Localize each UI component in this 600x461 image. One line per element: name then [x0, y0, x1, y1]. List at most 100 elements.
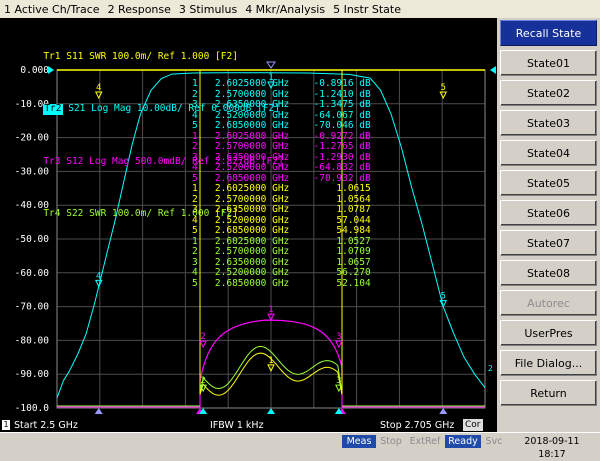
marker-frequency: 2.6025000 GHz [214, 183, 290, 194]
softkey-state01[interactable]: State01 [500, 50, 597, 76]
marker-value: -0.8916 dB [313, 78, 371, 89]
marker-value: -70.046 dB [313, 120, 371, 131]
marker-number: 1 [192, 130, 198, 142]
y-axis-label: -80.00 [15, 335, 50, 346]
marker-number: 1 [192, 235, 198, 247]
softkey-state03[interactable]: State03 [500, 110, 597, 136]
marker-value: -64.832 dB [313, 162, 371, 173]
status-datetime: 2018-09-11 18:17 [524, 436, 580, 460]
marker-number: 3 [192, 99, 198, 110]
marker-1-tr3-label: 1 [268, 305, 273, 315]
stimulus-ifbw[interactable]: IFBW 1 kHz [210, 419, 264, 432]
marker-value: 1.0709 [336, 246, 371, 257]
marker-number: 4 [192, 214, 198, 226]
correction-indicator: Cor [463, 419, 483, 431]
menu-stimulus[interactable]: 3 Stimulus [175, 3, 241, 16]
marker-frequency: 2.6350000 GHz [214, 256, 290, 268]
menu-response[interactable]: 2 Response [104, 3, 175, 16]
softkey-state08[interactable]: State08 [500, 260, 597, 286]
marker-3-tr4-label: 3 [336, 376, 341, 386]
channel-indicator[interactable]: 1 [2, 420, 10, 430]
marker-value: -1.2765 dB [313, 141, 371, 152]
marker-frequency: 2.5200000 GHz [214, 109, 290, 121]
marker-row-tr4-5[interactable]: 5 2.6850000 GHz 52.104 [192, 277, 371, 290]
marker-number: 1 [192, 78, 198, 89]
ref-arrow-right [490, 66, 496, 74]
marker-number: 4 [192, 109, 198, 121]
marker-frequency: 2.6025000 GHz [214, 235, 290, 247]
marker-frequency: 2.5200000 GHz [214, 214, 290, 226]
bottom-marker-4 [439, 408, 448, 414]
trace-line-tr1[interactable]: Tr1 S11 SWR 100.0m/ Ref 1.000 [F2] [9, 41, 284, 73]
marker-number: 1 [192, 183, 198, 194]
menu-instr-state[interactable]: 5 Instr State [329, 3, 405, 16]
marker-frequency: 2.6350000 GHz [214, 99, 290, 110]
marker-frequency: 2.6350000 GHz [214, 204, 290, 215]
marker-value: -1.3475 dB [313, 99, 371, 110]
marker-number: 4 [192, 162, 198, 173]
measurement-plot[interactable]: 0.000 -10.00 -20.00 -30.00 -40.00 -50.00 -60.0… [0, 18, 497, 419]
marker-frequency: 2.6350000 GHz [214, 151, 290, 163]
marker-3-tr3-label: 3 [336, 332, 341, 342]
softkey-autorec[interactable]: Autorec [500, 290, 597, 316]
softkey-state02[interactable]: State02 [500, 80, 597, 106]
softkey-state06[interactable]: State06 [500, 200, 597, 226]
y-axis-label: -100.0 [15, 403, 50, 414]
marker-5-tr1-label: 5 [441, 83, 446, 93]
marker-frequency: 2.6025000 GHz [214, 130, 290, 142]
marker-frequency: 2.5700000 GHz [214, 88, 290, 100]
softkey-state07[interactable]: State07 [500, 230, 597, 256]
trace-end-label: 2 [488, 364, 493, 373]
marker-number: 3 [192, 151, 198, 163]
marker-table: 1 2.6025000 GHz -0.8916 dB 2 2.5700000 GH… [192, 78, 371, 290]
menu-bar: 1 Active Ch/Trace 2 Response 3 Stimulus … [0, 0, 600, 19]
status-meas: Meas [342, 435, 376, 448]
status-bar: Meas Stop ExtRef Ready Svc 2018-09-11 18… [0, 432, 600, 460]
marker-number: 2 [192, 141, 198, 152]
marker-2-tr4-label: 2 [200, 376, 205, 386]
marker-frequency: 2.6850000 GHz [214, 172, 290, 184]
marker-number: 5 [192, 172, 198, 184]
marker-number: 5 [192, 277, 198, 289]
marker-number: 5 [192, 225, 198, 236]
softkey-panel: Recall State State01 State02 State03 State0… [497, 18, 600, 419]
menu-marker-analysis[interactable]: 4 Mkr/Analysis [241, 3, 329, 16]
marker-number: 2 [192, 193, 198, 205]
marker-value: 54.984 [336, 225, 371, 236]
status-ready: Ready [445, 435, 481, 448]
marker-frequency: 2.5200000 GHz [214, 162, 290, 173]
marker-frequency: 2.6850000 GHz [214, 225, 290, 236]
status-svc: Svc [485, 436, 503, 447]
marker-value: 52.104 [336, 277, 371, 289]
marker-frequency: 2.5700000 GHz [214, 193, 290, 205]
marker-1-tr1-label: 1 [268, 356, 273, 366]
softkey-state04[interactable]: State04 [500, 140, 597, 166]
stimulus-stop[interactable]: Stop 2.705 GHz [380, 419, 454, 432]
marker-value: 1.0787 [336, 204, 371, 215]
softkey-userpres[interactable]: UserPres [500, 320, 597, 346]
marker-4-tr2-label: 4 [96, 271, 101, 281]
marker-number: 5 [192, 120, 198, 131]
marker-frequency: 2.5700000 GHz [214, 141, 290, 152]
marker-frequency: 2.6025000 GHz [214, 78, 290, 89]
menu-active-ch-trace[interactable]: 1 Active Ch/Trace [0, 3, 104, 16]
softkey-title-recall-state: Recall State [500, 20, 597, 46]
status-stop: Stop [380, 436, 402, 447]
bottom-marker-0 [94, 408, 103, 414]
stimulus-start[interactable]: Start 2.5 GHz [14, 419, 78, 432]
marker-frequency: 2.5700000 GHz [214, 246, 290, 257]
marker-number: 4 [192, 267, 198, 278]
y-axis-label: -70.00 [15, 302, 50, 313]
softkey-file-dialog[interactable]: File Dialog... [500, 350, 597, 376]
active-trace-badge: Tr2 [43, 103, 63, 115]
softkey-return[interactable]: Return [500, 380, 597, 406]
marker-frequency: 2.6850000 GHz [214, 277, 290, 289]
status-extref: ExtRef [409, 436, 441, 447]
y-axis-label: -60.00 [15, 268, 50, 279]
softkey-state05[interactable]: State05 [500, 170, 597, 196]
marker-frequency: 2.6850000 GHz [214, 120, 290, 131]
marker-value: 56.270 [336, 267, 371, 278]
marker-2-tr3-label: 2 [200, 332, 205, 342]
marker-number: 2 [192, 246, 198, 257]
marker-5-tr2-label: 5 [441, 292, 446, 302]
